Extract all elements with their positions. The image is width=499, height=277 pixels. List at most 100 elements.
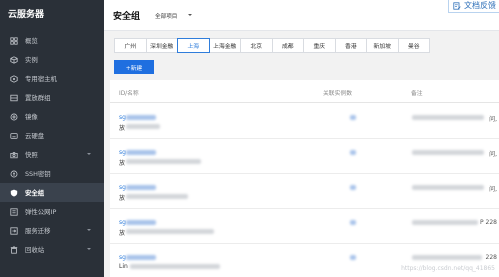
- redacted-remark: [412, 150, 484, 155]
- redacted-instance-count: [350, 185, 356, 190]
- sidebar-item-label: 镜像: [25, 113, 38, 121]
- sidebar-item-label: 实例: [25, 56, 38, 64]
- table-row: sg 放 问,: [110, 104, 499, 139]
- sidebar-brand: 云服务器: [8, 10, 45, 20]
- sidebar-item-recycle-bin[interactable]: 回收站: [0, 240, 104, 259]
- column-header-instances: 关联实例数: [323, 91, 352, 97]
- column-header-remark: 备注: [411, 91, 423, 97]
- sidebar-item-label: 服务迁移: [25, 227, 51, 235]
- trash-icon: [10, 245, 18, 254]
- row-remark-tail: 问,: [489, 116, 497, 123]
- doc-feedback-label: 文档反馈: [464, 1, 496, 10]
- redacted-name: [126, 159, 201, 164]
- region-tab-chengdu[interactable]: 成都: [271, 38, 304, 53]
- server-icon: [10, 74, 18, 83]
- key-icon: [10, 170, 18, 178]
- sidebar-item-overview[interactable]: 概览: [0, 31, 104, 50]
- region-tab-shenzhen-finance[interactable]: 深圳金融: [145, 38, 178, 53]
- redacted-id: [126, 255, 156, 260]
- ip-icon: [10, 207, 18, 216]
- redacted-id: [126, 220, 156, 225]
- region-tab-beijing[interactable]: 北京: [240, 38, 273, 53]
- redacted-id: [126, 115, 156, 120]
- region-tab-chongqing[interactable]: 重庆: [303, 38, 336, 53]
- sidebar-item-dedicated-host[interactable]: 专用宿主机: [0, 69, 104, 88]
- shield-icon: [10, 189, 18, 197]
- sidebar-item-migration[interactable]: 服务迁移: [0, 221, 104, 240]
- sidebar-item-elastic-ip[interactable]: 弹性公网IP: [0, 202, 104, 221]
- sidebar: 云服务器 概览 实例 专用宿主机 置放群组 镜像 云硬盘 快照 SSH密钥 安全…: [0, 0, 104, 277]
- region-tab-hongkong[interactable]: 香港: [334, 38, 367, 53]
- region-tab-guangzhou[interactable]: 广州: [114, 38, 147, 53]
- row-id-link[interactable]: sg: [119, 114, 126, 121]
- row-id-link[interactable]: sg: [119, 254, 126, 261]
- row-id-link[interactable]: sg: [119, 149, 126, 156]
- document-edit-icon: [453, 1, 461, 10]
- new-button[interactable]: +新建: [114, 60, 154, 74]
- redacted-id: [126, 185, 156, 190]
- row-name: Lin: [119, 263, 128, 270]
- sidebar-item-label: 置放群组: [25, 94, 51, 102]
- redacted-name: [126, 194, 188, 199]
- row-name: 放: [119, 230, 126, 237]
- sidebar-item-label: 弹性公网IP: [25, 208, 57, 216]
- sidebar-item-label: SSH密钥: [25, 170, 51, 178]
- sidebar-item-security-group[interactable]: 安全组: [0, 183, 104, 202]
- layers-icon: [10, 94, 18, 102]
- region-tabs: 广州 深圳金融 上海 上海金融 北京 成都 重庆 香港 新加坡 曼谷: [114, 38, 430, 53]
- chevron-down-icon: [87, 153, 91, 155]
- sidebar-item-images[interactable]: 镜像: [0, 107, 104, 126]
- table-row: sg 放 问,: [110, 174, 499, 209]
- sidebar-item-cloud-disk[interactable]: 云硬盘: [0, 126, 104, 145]
- region-tab-singapore[interactable]: 新加坡: [366, 38, 399, 53]
- table-header: ID/名称 关联实例数 备注: [110, 80, 499, 103]
- sidebar-item-snapshot[interactable]: 快照: [0, 145, 104, 164]
- redacted-name: [126, 124, 160, 129]
- row-name: 放: [119, 160, 126, 167]
- migrate-icon: [10, 226, 18, 235]
- sidebar-item-instances[interactable]: 实例: [0, 50, 104, 69]
- redacted-id: [126, 150, 156, 155]
- column-header-id-name: ID/名称: [119, 91, 139, 97]
- redacted-name: [130, 264, 220, 269]
- redacted-instance-count: [350, 255, 356, 260]
- row-id-link[interactable]: sg: [119, 219, 126, 226]
- watermark: https://blog.csdn.net/qq_41865: [401, 265, 495, 272]
- disc-icon: [10, 113, 18, 121]
- cube-icon: [10, 55, 18, 64]
- table-row: sg 放 P 228: [110, 209, 499, 244]
- sidebar-item-label: 安全组: [25, 189, 45, 197]
- redacted-instance-count: [350, 220, 356, 225]
- sidebar-item-label: 专用宿主机: [25, 75, 57, 83]
- row-name: 放: [119, 125, 126, 132]
- redacted-name: [126, 229, 214, 234]
- redacted-remark: [412, 185, 484, 190]
- row-remark-tail: P 228: [480, 219, 497, 226]
- redacted-remark: [412, 220, 478, 225]
- doc-feedback-button[interactable]: 文档反馈: [448, 0, 499, 13]
- redacted-remark: [412, 255, 482, 260]
- sidebar-item-label: 概览: [25, 37, 38, 45]
- region-tab-shanghai[interactable]: 上海: [177, 38, 210, 53]
- camera-icon: [10, 151, 18, 159]
- page-header: 安全组 全部项目 文档反馈: [104, 0, 499, 31]
- sidebar-item-label: 快照: [25, 151, 38, 159]
- sidebar-item-ssh-keys[interactable]: SSH密钥: [0, 164, 104, 183]
- chevron-down-icon[interactable]: [188, 14, 192, 16]
- redacted-instance-count: [350, 115, 356, 120]
- redacted-instance-count: [350, 150, 356, 155]
- row-id-link[interactable]: sg: [119, 184, 126, 191]
- grid-icon: [10, 36, 18, 45]
- sidebar-item-placement-group[interactable]: 置放群组: [0, 88, 104, 107]
- page-title: 安全组: [113, 12, 141, 22]
- row-remark-tail: 问,: [489, 186, 497, 193]
- region-tab-shanghai-finance[interactable]: 上海金融: [208, 38, 241, 53]
- region-tab-bangkok[interactable]: 曼谷: [397, 38, 430, 53]
- disk-icon: [10, 132, 18, 140]
- row-name: 放: [119, 195, 126, 202]
- security-group-table: ID/名称 关联实例数 备注 sg 放 问, sg 放 问, sg 放 问, s…: [110, 80, 499, 277]
- chevron-down-icon: [87, 248, 91, 250]
- project-select[interactable]: 全部项目: [155, 12, 177, 20]
- sidebar-item-label: 云硬盘: [25, 132, 45, 140]
- table-row: sg Lin 228: [110, 244, 499, 277]
